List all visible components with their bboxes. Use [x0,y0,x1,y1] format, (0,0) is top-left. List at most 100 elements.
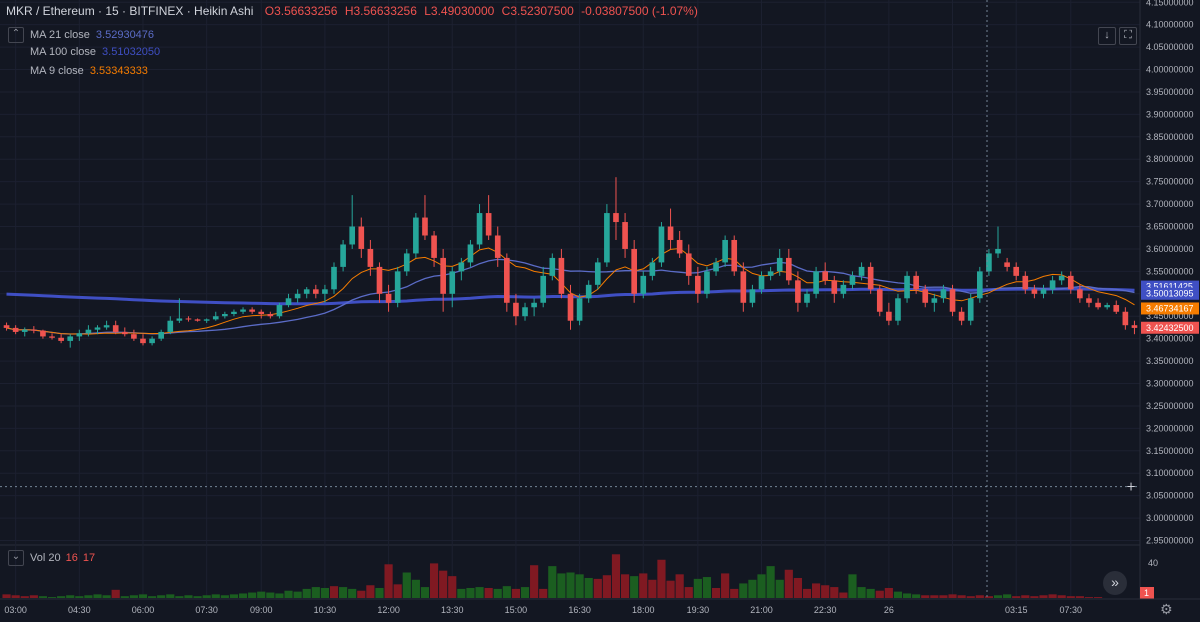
candle-body [331,266,337,290]
volume-bar [511,588,521,598]
volume-bar [721,573,730,598]
candle-body [576,298,583,321]
candle-body [94,327,101,330]
volume-bar [420,587,430,598]
candle [876,284,883,317]
candle-body [531,302,537,308]
candle-body [67,336,74,341]
volume-bar [1021,595,1030,598]
candle-body [876,289,883,312]
collapse-volume-chevron-icon[interactable]: ⌄ [8,550,24,566]
candle-body [731,239,738,272]
volume-bar [38,596,48,598]
candle-body [504,257,510,303]
crosshair-plus-icon[interactable]: + [1126,480,1136,494]
time-tick-label: 13:30 [441,605,464,615]
candle-body [1058,275,1065,281]
volume-bar [93,594,102,598]
volume-bar [1075,596,1084,598]
candle-body [813,271,819,294]
candle-body [1086,298,1092,303]
volume-bar [248,592,257,598]
volume-bar [138,594,148,598]
volume-bar [539,588,548,598]
settings-gear-icon[interactable]: ⚙ [1160,601,1173,618]
collapse-indicators-chevron-icon[interactable]: ⌃ [8,27,24,43]
volume-bar [348,588,357,598]
volume-bar [84,595,93,598]
candle-body [995,248,1001,254]
indicator-ma21[interactable]: ⌃ MA 21 close 3.52930476 [8,27,154,43]
volume-bar [975,595,984,598]
candle-body [631,248,637,294]
candle-body [849,275,856,285]
volume-bar [520,587,530,598]
volume-bar [120,596,129,598]
candle-body [758,275,765,290]
volume-value-1: 16 [65,551,78,564]
candle-body [1031,289,1038,294]
time-tick-label: 10:30 [314,605,337,615]
candle [867,262,874,294]
price-tick-label: 4.15000000 [1146,0,1194,7]
symbol-title[interactable]: MKR / Ethereum · 15 · BITFINEX · Heikin … [6,4,253,18]
volume-bar [457,588,466,598]
volume-bar [748,579,757,598]
volume-bar [266,592,275,598]
candle-body [385,293,392,303]
volume-bar [2,594,11,598]
volume-bar [711,587,721,598]
candle-body [358,226,365,249]
volume-bar [530,565,539,598]
time-tick-label: 12:00 [377,605,400,615]
candle-body [167,320,174,332]
volume-bar [466,587,475,598]
volume-bar [984,596,994,598]
time-axis[interactable]: 03:00 04:30 06:00 07:30 09:00 10:30 12:00 13:30… [0,598,1200,622]
price-label-text: 3.50013095 [1146,289,1194,299]
volume-bar [375,587,384,598]
candle-body [1004,262,1010,267]
chart-canvas[interactable]: +3.0701129426 Dec '1901:15 4.150000004.1… [0,0,1200,622]
candle-body [31,329,37,331]
volume-bar [839,592,848,598]
time-tick-label: 07:30 [1060,605,1083,615]
candle-body [1113,305,1120,312]
price-tick-label: 3.60000000 [1146,244,1194,254]
volume-legend[interactable]: ⌄ Vol 20 16 17 [8,550,95,566]
volume-bar [147,596,157,598]
volume-bar [502,586,511,598]
volume-bar [111,589,120,598]
candle [576,293,583,326]
volume-bar [329,586,339,598]
volume-bar [821,585,830,598]
fullscreen-icon[interactable]: ⛶ [1119,27,1137,45]
candle-body [3,325,10,328]
volume-bar [575,574,584,598]
candle-body [1022,275,1029,290]
candle-body [1122,311,1129,326]
volume-bar [1039,595,1048,598]
indicator-ma9[interactable]: MA 9 close 3.53343333 [30,65,148,77]
volume-bar [384,564,393,598]
candle-body [376,266,383,294]
volume-last-label: 1 [1144,588,1149,598]
indicator-ma100[interactable]: MA 100 close 3.51032050 [30,46,160,58]
scroll-down-icon[interactable]: ↓ [1098,27,1116,45]
candle-body [40,330,46,337]
candle-body [322,289,328,294]
ohlc-values: O3.56633256 H3.56633256 L3.49030000 C3.5… [265,4,702,18]
candle-body [240,309,246,312]
candle-body [895,298,901,321]
volume-bar [311,587,320,598]
candle-body [704,271,710,294]
candle-body [949,289,956,312]
volume-bar [939,595,948,598]
price-tick-label: 3.85000000 [1146,132,1194,142]
candle-body [840,284,847,294]
volume-bar [611,554,621,598]
scroll-to-realtime-icon[interactable]: » [1103,571,1127,595]
price-tick-label: 3.95000000 [1146,87,1194,97]
price-axis[interactable]: 4.15000000 4.10000000 4.05000000 4.00000000… [1139,0,1200,600]
candle-body [740,271,747,303]
